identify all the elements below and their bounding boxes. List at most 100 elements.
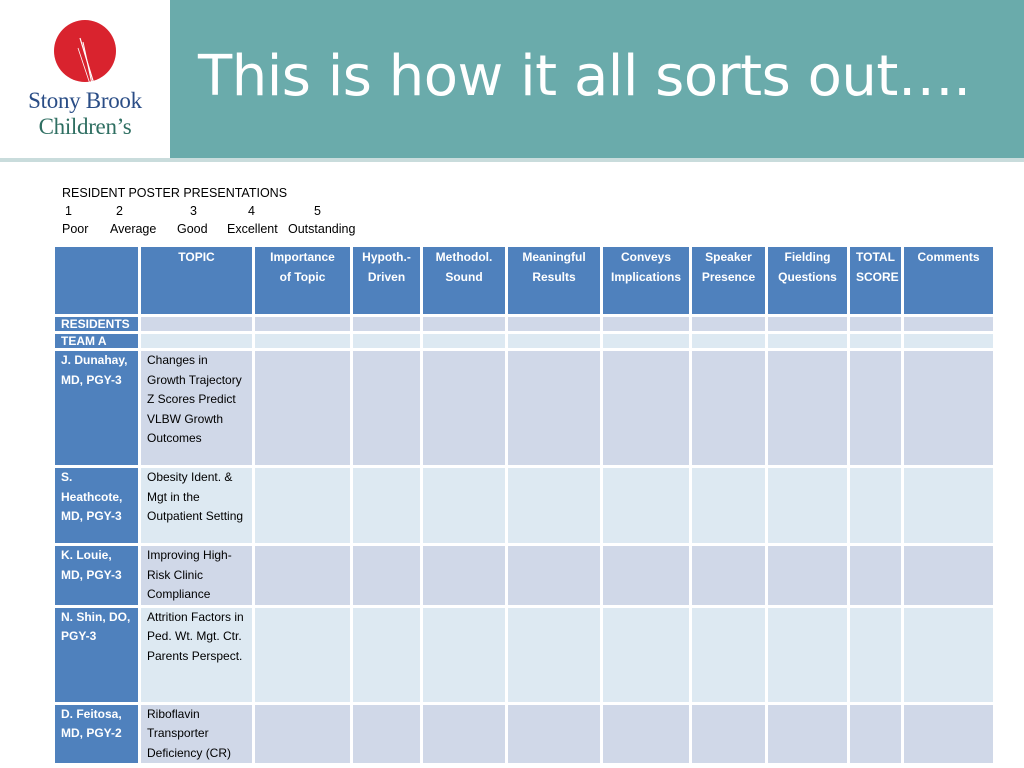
score-cell[interactable] [600, 604, 692, 705]
score-cell[interactable] [350, 543, 423, 608]
score-cell[interactable] [689, 604, 768, 705]
score-cell[interactable] [847, 465, 904, 546]
scale-number: 4 [248, 204, 255, 218]
header-total: TOTAL SCORE [847, 244, 904, 317]
score-cell[interactable] [600, 465, 692, 546]
score-cell[interactable] [350, 604, 423, 705]
score-cell[interactable] [350, 314, 423, 334]
logo-text-line1: Stony Brook [28, 88, 142, 113]
score-cell[interactable] [901, 314, 996, 334]
score-cell[interactable] [420, 701, 508, 766]
resident-name: J. Dunahay, MD, PGY-3 [52, 348, 141, 468]
scale-number: 3 [190, 204, 197, 218]
score-cell[interactable] [765, 543, 850, 608]
table-row: S. Heathcote, MD, PGY-3 Obesity Ident. &… [52, 465, 996, 546]
score-cell[interactable] [689, 314, 768, 334]
score-cell[interactable] [252, 701, 353, 766]
table-row: D. Feitosa, MD, PGY-2 Riboflavin Transpo… [52, 701, 996, 766]
resident-topic: Changes in Growth Trajectory Z Scores Pr… [138, 348, 255, 468]
header-results: Meaningful Results [505, 244, 603, 317]
score-cell[interactable] [505, 701, 603, 766]
section-row-team-a: TEAM A [52, 331, 996, 351]
score-cell[interactable] [689, 701, 768, 766]
score-cell[interactable] [505, 604, 603, 705]
resident-topic: Obesity Ident. & Mgt in the Outpatient S… [138, 465, 255, 546]
score-cell[interactable] [901, 331, 996, 351]
scoring-table: TOPIC Importance of Topic Hypoth.- Driven … [52, 244, 996, 766]
resident-name: S. Heathcote, MD, PGY-3 [52, 465, 141, 546]
score-cell[interactable] [505, 543, 603, 608]
score-cell[interactable] [350, 701, 423, 766]
comments-cell[interactable] [901, 465, 996, 546]
scale-number: 5 [314, 204, 321, 218]
score-cell[interactable] [689, 331, 768, 351]
scale-label: Poor [62, 222, 89, 236]
score-cell[interactable] [138, 331, 255, 351]
header-comments: Comments [901, 244, 996, 317]
score-cell[interactable] [252, 604, 353, 705]
comments-cell[interactable] [901, 604, 996, 705]
score-cell[interactable] [765, 604, 850, 705]
score-cell[interactable] [765, 348, 850, 468]
table-row: N. Shin, DO, PGY-3 Attrition Factors in … [52, 604, 996, 705]
rating-scale-numbers: 1 2 3 4 5 [62, 204, 382, 220]
section-label: RESIDENTS [52, 314, 141, 334]
score-cell[interactable] [420, 314, 508, 334]
score-cell[interactable] [505, 331, 603, 351]
table-row: K. Louie, MD, PGY-3 Improving High-Risk … [52, 543, 996, 608]
score-cell[interactable] [252, 543, 353, 608]
score-cell[interactable] [847, 543, 904, 608]
score-cell[interactable] [765, 465, 850, 546]
resident-topic: Attrition Factors in Ped. Wt. Mgt. Ctr. … [138, 604, 255, 705]
rating-scale-labels: Poor Average Good Excellent Outstanding [62, 222, 382, 238]
scale-label: Outstanding [288, 222, 356, 236]
header-blank [52, 244, 141, 317]
table-header-row: TOPIC Importance of Topic Hypoth.- Driven … [52, 244, 996, 317]
slide-header: Stony Brook Children’s This is how it al… [0, 0, 1024, 162]
comments-cell[interactable] [901, 348, 996, 468]
resident-name: D. Feitosa, MD, PGY-2 [52, 701, 141, 766]
score-cell[interactable] [847, 314, 904, 334]
score-cell[interactable] [420, 331, 508, 351]
score-cell[interactable] [252, 465, 353, 546]
scale-label: Excellent [227, 222, 278, 236]
comments-cell[interactable] [901, 701, 996, 766]
score-cell[interactable] [847, 348, 904, 468]
score-cell[interactable] [420, 604, 508, 705]
score-cell[interactable] [350, 348, 423, 468]
logo-circle-icon [54, 20, 116, 84]
header-implications: Conveys Implications [600, 244, 692, 317]
score-cell[interactable] [689, 465, 768, 546]
score-cell[interactable] [600, 331, 692, 351]
score-cell[interactable] [138, 314, 255, 334]
logo: Stony Brook Children’s [0, 0, 170, 158]
score-cell[interactable] [350, 465, 423, 546]
scale-number: 2 [116, 204, 123, 218]
score-cell[interactable] [420, 348, 508, 468]
score-cell[interactable] [847, 604, 904, 705]
section-row-residents: RESIDENTS [52, 314, 996, 334]
score-cell[interactable] [252, 348, 353, 468]
score-cell[interactable] [420, 465, 508, 546]
score-cell[interactable] [600, 701, 692, 766]
score-cell[interactable] [252, 331, 353, 351]
score-cell[interactable] [505, 348, 603, 468]
score-cell[interactable] [600, 348, 692, 468]
scale-label: Average [110, 222, 157, 236]
score-cell[interactable] [765, 701, 850, 766]
score-cell[interactable] [505, 314, 603, 334]
score-cell[interactable] [765, 314, 850, 334]
score-cell[interactable] [689, 543, 768, 608]
score-cell[interactable] [765, 331, 850, 351]
score-cell[interactable] [252, 314, 353, 334]
score-cell[interactable] [600, 543, 692, 608]
resident-name: N. Shin, DO, PGY-3 [52, 604, 141, 705]
comments-cell[interactable] [901, 543, 996, 608]
score-cell[interactable] [505, 465, 603, 546]
score-cell[interactable] [847, 331, 904, 351]
score-cell[interactable] [600, 314, 692, 334]
score-cell[interactable] [689, 348, 768, 468]
score-cell[interactable] [847, 701, 904, 766]
score-cell[interactable] [420, 543, 508, 608]
score-cell[interactable] [350, 331, 423, 351]
